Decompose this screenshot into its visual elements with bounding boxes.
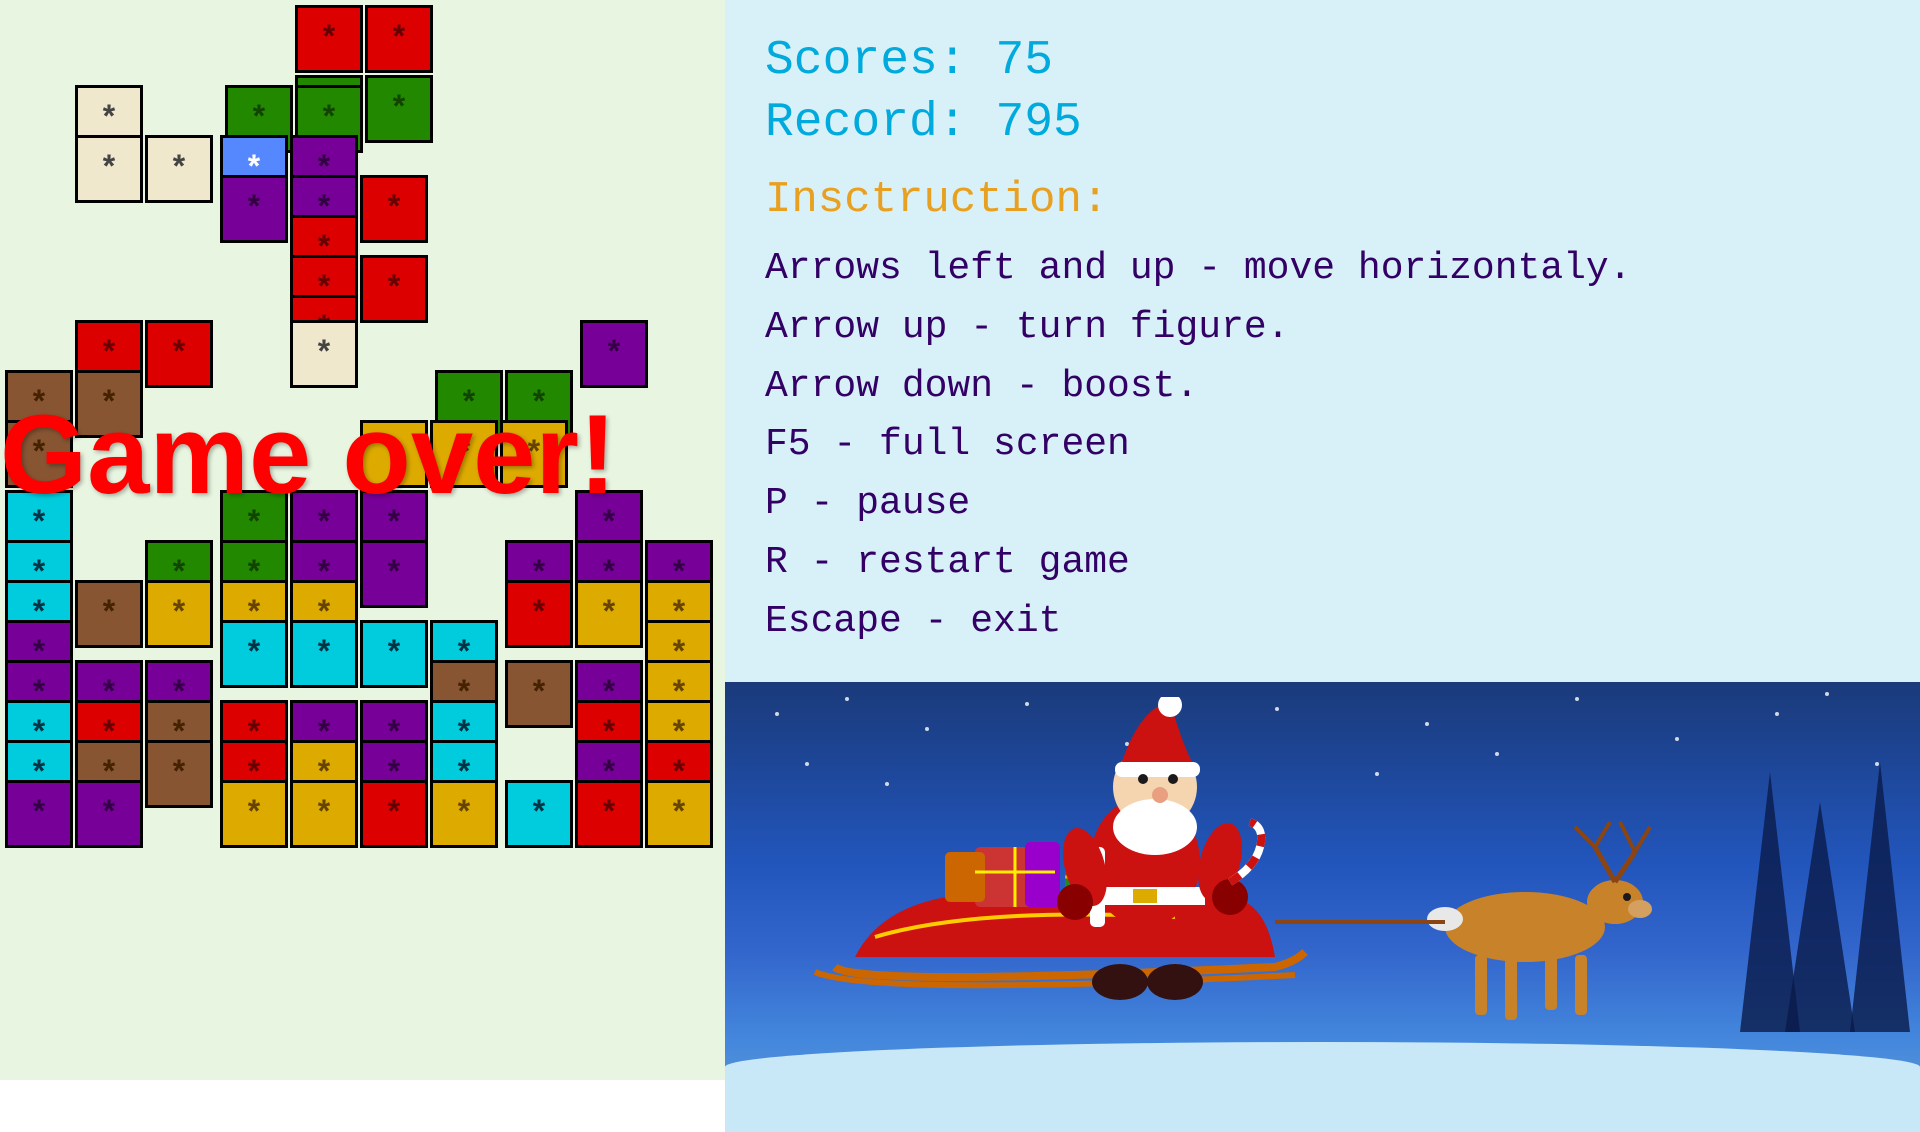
cell: *	[220, 620, 288, 688]
cell: *	[75, 135, 143, 203]
cell: *	[290, 620, 358, 688]
cell: *	[360, 255, 428, 323]
cell: *	[145, 740, 213, 808]
santa-scene	[725, 682, 1920, 1132]
instruction-item-7: Escape - exit	[765, 593, 1880, 652]
cell: *	[505, 780, 573, 848]
cell: *	[75, 780, 143, 848]
cell: *	[360, 540, 428, 608]
cell: *	[145, 320, 213, 388]
instruction-item-3: Arrow down - boost.	[765, 358, 1880, 417]
instruction-item-1: Arrows left and up - move horizontaly.	[765, 240, 1880, 299]
cell: *	[365, 5, 433, 73]
cell: *	[505, 580, 573, 648]
cell: *	[75, 580, 143, 648]
game-over-overlay: Game over!	[0, 390, 616, 519]
cell: *	[575, 580, 643, 648]
tetris-grid: * * * * * * * * * * * * * * * * * * * * …	[0, 0, 725, 1080]
cell: *	[290, 780, 358, 848]
instruction-item-2: Arrow up - turn figure.	[765, 299, 1880, 358]
cell: *	[505, 660, 573, 728]
santa-sleigh	[775, 697, 1775, 1062]
cell: *	[220, 780, 288, 848]
cell: *	[295, 5, 363, 73]
info-panel: Scores: 75 Record: 795 Insctruction: Arr…	[725, 0, 1920, 682]
cell: *	[580, 320, 648, 388]
record-display: Record: 795	[765, 92, 1880, 154]
instruction-item-5: P - pause	[765, 475, 1880, 534]
cell: *	[430, 780, 498, 848]
cell: *	[145, 135, 213, 203]
game-board: * * * * * * * * * * * * * * * * * * * * …	[0, 0, 725, 1080]
star-decoration	[1775, 712, 1779, 716]
star-decoration	[1825, 692, 1829, 696]
right-panel: Scores: 75 Record: 795 Insctruction: Arr…	[725, 0, 1920, 1080]
cell: *	[145, 580, 213, 648]
instruction-item-6: R - restart game	[765, 534, 1880, 593]
cell: *	[360, 780, 428, 848]
cell: *	[575, 780, 643, 848]
cell: *	[220, 175, 288, 243]
score-display: Scores: 75	[765, 30, 1880, 92]
instruction-item-4: F5 - full screen	[765, 416, 1880, 475]
cell: *	[360, 175, 428, 243]
cell: *	[360, 620, 428, 688]
cell: *	[365, 75, 433, 143]
scores-section: Scores: 75 Record: 795	[765, 30, 1880, 155]
instruction-title: Insctruction:	[765, 175, 1880, 225]
instructions-list: Arrows left and up - move horizontaly. A…	[765, 240, 1880, 652]
cell: *	[645, 780, 713, 848]
cell: *	[5, 780, 73, 848]
cell: *	[290, 320, 358, 388]
